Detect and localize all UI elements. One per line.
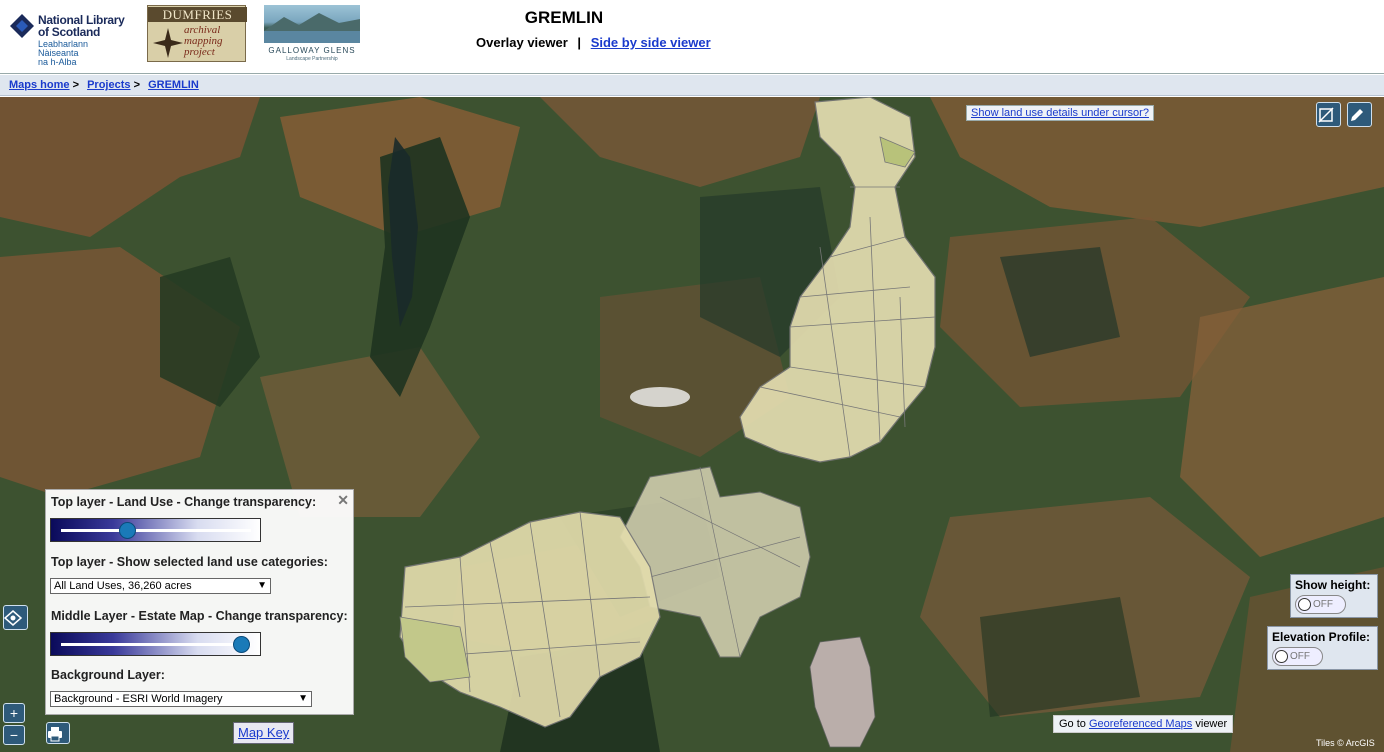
elevation-profile-toggle[interactable]: OFF [1272, 647, 1323, 666]
zoom-in-button[interactable]: + [3, 703, 25, 723]
breadcrumb-maps-home[interactable]: Maps home [9, 79, 70, 91]
site-header: National Library of Scotland Leabharlann… [0, 0, 1384, 74]
print-button[interactable] [46, 722, 70, 744]
breadcrumb: Maps home > Projects > GREMLIN [0, 75, 1384, 96]
layer-control-panel: ✕ Top layer - Land Use - Change transpar… [45, 489, 354, 715]
map-attribution: Tiles © ArcGIS [1316, 738, 1375, 748]
nls-logo-gaelic: Leabharlann Nàiseanta na h-Alba [38, 40, 130, 67]
zoom-out-button[interactable]: − [3, 725, 25, 745]
background-layer-value: Background - ESRI World Imagery [54, 693, 223, 705]
georef-suffix: viewer [1195, 718, 1228, 730]
side-by-side-viewer-link[interactable]: Side by side viewer [591, 35, 711, 50]
breadcrumb-separator: > [72, 79, 80, 91]
background-layer-label: Background Layer: [51, 668, 165, 682]
ruler-off-icon [1318, 107, 1334, 123]
viewer-switch: Overlay viewer | Side by side viewer [476, 35, 711, 50]
map-key-button[interactable]: Map Key [233, 722, 295, 744]
breadcrumb-projects[interactable]: Projects [87, 79, 130, 91]
show-height-control: Show height: OFF [1290, 574, 1378, 618]
background-layer-select[interactable]: Background - ESRI World Imagery ▼ [50, 691, 312, 707]
measure-toggle-button[interactable] [1316, 102, 1341, 127]
slider-track [61, 643, 251, 646]
categories-label: Top layer - Show selected land use categ… [51, 555, 328, 569]
nls-gaelic1: Leabharlann Nàiseanta [38, 39, 89, 58]
nls-gaelic2: na h-Alba [38, 57, 77, 67]
breadcrumb-gremlin[interactable]: GREMLIN [148, 79, 199, 91]
galloway-logo-subtitle: Landscape Partnership [286, 56, 338, 62]
nls-logo-icon [10, 14, 34, 38]
show-landuse-details-label: Show land use details under cursor? [971, 107, 1149, 119]
galloway-landscape-image [264, 5, 360, 43]
georef-prefix: Go to [1059, 718, 1086, 730]
map-viewport[interactable]: Show land use details under cursor? ✕ To… [0, 97, 1384, 752]
toggle-knob [1275, 650, 1288, 663]
elevation-profile-state: OFF [1290, 651, 1310, 662]
landuse-category-select[interactable]: All Land Uses, 36,260 acres ▼ [50, 578, 271, 594]
printer-icon [48, 727, 62, 742]
slider-thumb[interactable] [232, 636, 250, 653]
top-layer-transparency-slider[interactable] [50, 518, 261, 542]
georeferenced-maps-link[interactable]: Georeferenced Maps [1089, 718, 1192, 730]
slider-track [61, 529, 251, 532]
layers-toggle-button[interactable] [3, 605, 28, 630]
slider-thumb[interactable] [118, 522, 136, 539]
georeferenced-maps-link-box[interactable]: Go to Georeferenced Maps viewer [1053, 715, 1234, 733]
pencil-icon [1351, 109, 1363, 121]
landuse-category-value: All Land Uses, 36,260 acres [54, 580, 192, 592]
show-height-state: OFF [1313, 599, 1333, 610]
galloway-logo-title: GALLOWAY GLENS [268, 46, 356, 55]
show-height-label: Show height: [1295, 578, 1371, 592]
breadcrumb-separator: > [133, 79, 140, 91]
middle-layer-transparency-label: Middle Layer - Estate Map - Change trans… [51, 609, 348, 623]
nls-logo[interactable]: National Library of Scotland Leabharlann… [10, 10, 130, 67]
dumfries-logo-sub: archival mapping project [184, 25, 223, 58]
elevation-profile-control: Elevation Profile: OFF [1267, 626, 1378, 670]
chevron-down-icon: ▼ [257, 580, 267, 591]
chevron-down-icon: ▼ [298, 693, 308, 704]
page-title: GREMLIN [524, 8, 604, 27]
close-icon[interactable]: ✕ [337, 492, 349, 509]
layers-icon [4, 610, 22, 626]
show-height-toggle[interactable]: OFF [1295, 595, 1346, 614]
nls-line2: of Scotland [38, 25, 101, 39]
toggle-knob [1298, 598, 1311, 611]
top-layer-transparency-label: Top layer - Land Use - Change transparen… [51, 495, 317, 509]
nls-logo-text: National Library of Scotland [38, 14, 125, 38]
show-landuse-details-button[interactable]: Show land use details under cursor? [966, 105, 1154, 121]
draw-button[interactable] [1347, 102, 1372, 127]
dumfries-logo[interactable]: DUMFRIES archival mapping project [147, 5, 247, 62]
elevation-profile-label: Elevation Profile: [1272, 630, 1371, 644]
viewer-separator: | [577, 35, 582, 50]
overlay-viewer-label: Overlay viewer [476, 35, 568, 50]
compass-rose-icon [153, 28, 183, 58]
galloway-glens-logo[interactable]: GALLOWAY GLENS Landscape Partnership [262, 5, 362, 65]
mountains-icon [264, 13, 360, 43]
middle-layer-transparency-slider[interactable] [50, 632, 261, 656]
dumfries-logo-title: DUMFRIES [148, 7, 247, 22]
dumfries-sub3: project [184, 46, 215, 58]
